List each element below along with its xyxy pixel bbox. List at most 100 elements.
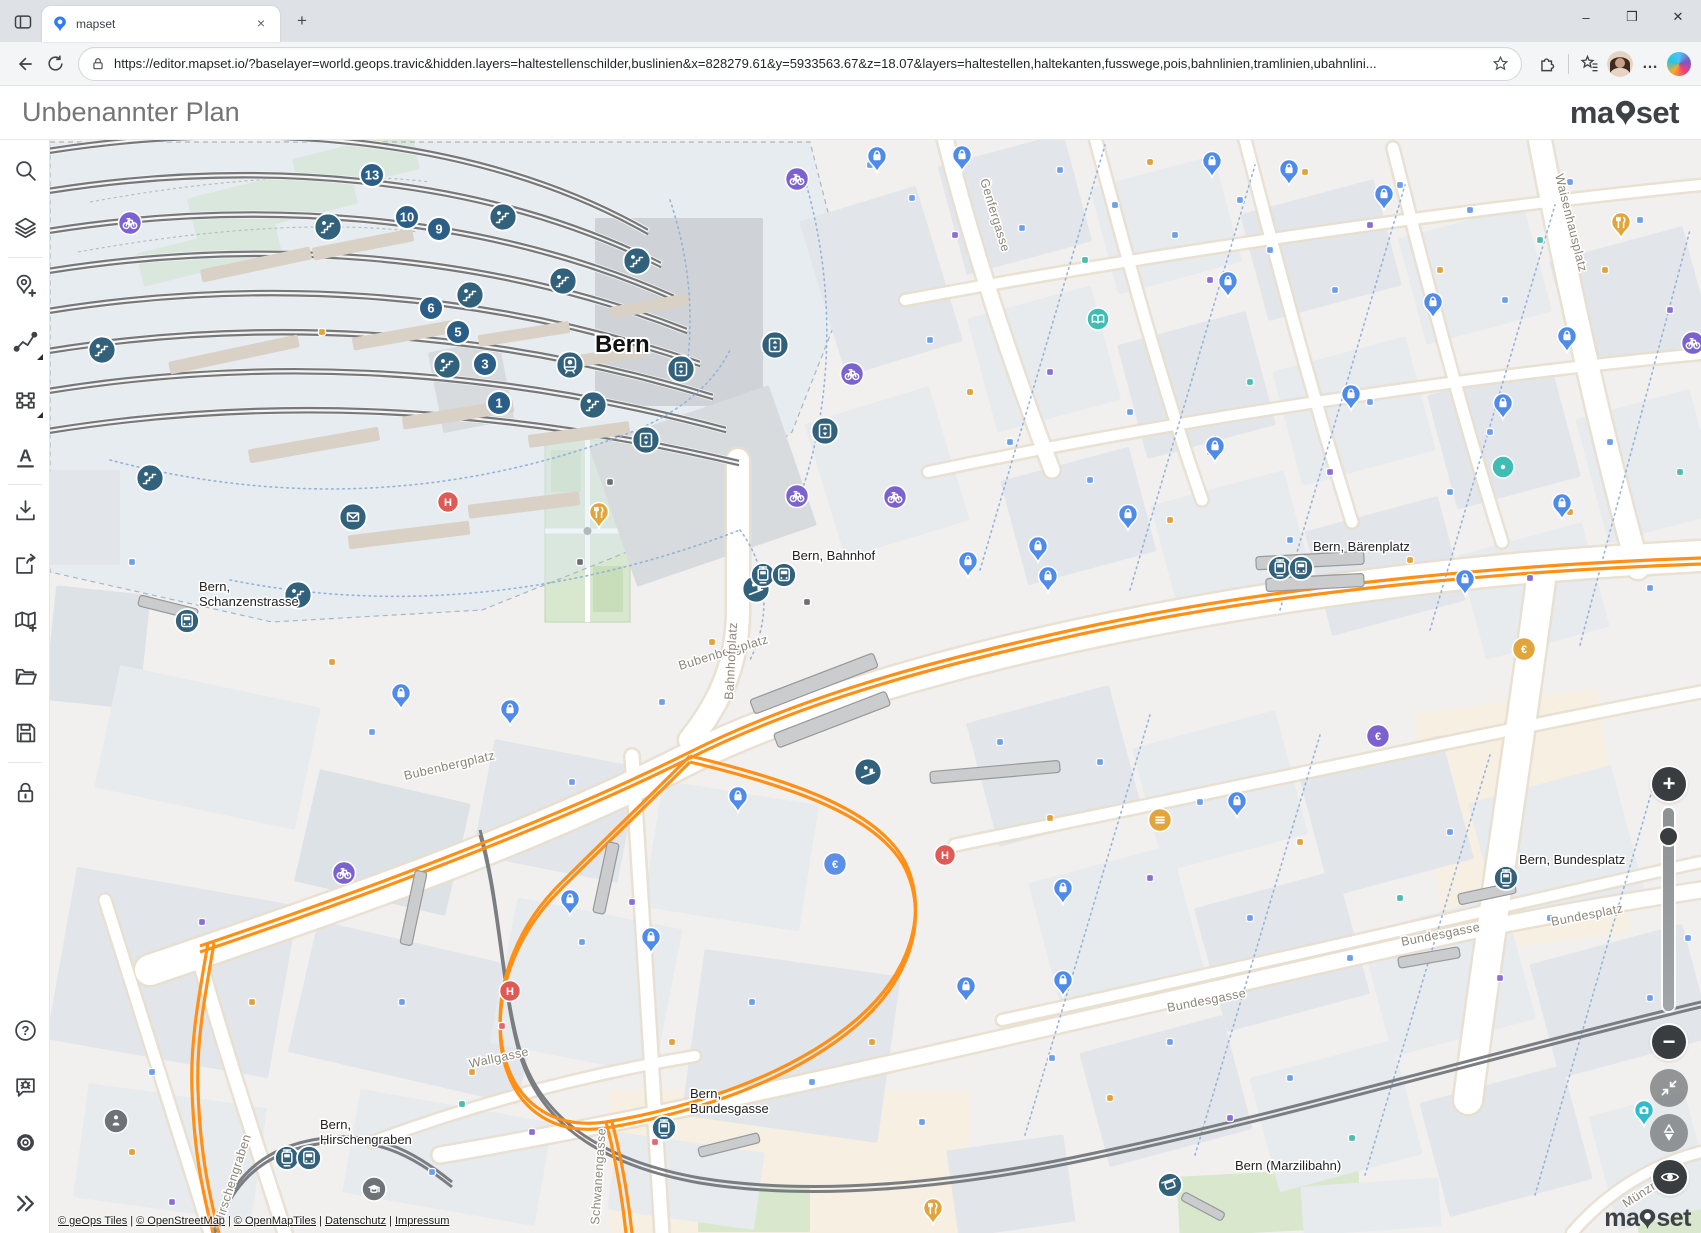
- stop-label[interactable]: Schanzenstrasse: [199, 594, 299, 609]
- poi-dot[interactable]: [709, 639, 716, 646]
- zoom-out-button[interactable]: −: [1652, 1025, 1686, 1059]
- poi-dot[interactable]: [429, 1169, 436, 1176]
- poi-dot[interactable]: [652, 1139, 659, 1146]
- zoom-in-button[interactable]: +: [1652, 767, 1686, 801]
- transit-icon-stairs[interactable]: [550, 268, 577, 295]
- poi-dot[interactable]: [1537, 237, 1544, 244]
- poi-circle-bike[interactable]: [119, 212, 142, 235]
- poi-dot[interactable]: [199, 919, 206, 926]
- poi-dot[interactable]: [1647, 585, 1654, 592]
- fit-extent-button[interactable]: [1650, 1069, 1688, 1107]
- transit-icon-stairs[interactable]: [624, 248, 651, 275]
- poi-dot[interactable]: [1172, 232, 1179, 239]
- transit-icon-stairs[interactable]: [434, 352, 461, 379]
- zoom-slider-knob[interactable]: [1660, 828, 1677, 845]
- transit-icon-mail[interactable]: [340, 504, 367, 531]
- poi-dot[interactable]: [1112, 202, 1119, 209]
- attribution-link[interactable]: Impressum: [395, 1215, 449, 1227]
- transit-icon-lift[interactable]: [633, 427, 660, 454]
- poi-circle-bike[interactable]: [786, 168, 809, 191]
- stop-label[interactable]: Bundesgasse: [690, 1101, 769, 1116]
- map-canvas[interactable]: €€€HHH131096531BubenbergplatzBubenbergpl…: [50, 140, 1701, 1233]
- refresh-icon[interactable]: [40, 49, 70, 79]
- transit-icon-lift[interactable]: [668, 356, 695, 383]
- platform-number[interactable]: 6: [419, 296, 443, 320]
- poi-circle-person[interactable]: [104, 1109, 128, 1133]
- poi-dot[interactable]: [129, 559, 136, 566]
- poi-dot[interactable]: [1667, 307, 1674, 314]
- extensions-icon[interactable]: [1533, 50, 1561, 78]
- poi-dot[interactable]: [669, 1039, 676, 1046]
- transit-icon-ramp[interactable]: [855, 759, 882, 786]
- tab-overview-icon[interactable]: [8, 7, 38, 37]
- sidebar-tool-help[interactable]: ?: [5, 1010, 45, 1050]
- stop-icon-funi[interactable]: [1158, 1173, 1182, 1197]
- poi-circle-burger[interactable]: [1149, 809, 1172, 832]
- poi-circle-bike[interactable]: [884, 486, 907, 509]
- poi-dot[interactable]: [1367, 399, 1374, 406]
- poi-circle-bike[interactable]: [786, 485, 809, 508]
- more-menu-icon[interactable]: …: [1636, 50, 1664, 78]
- poi-dot[interactable]: [1527, 575, 1534, 582]
- poi-dot[interactable]: [1397, 895, 1404, 902]
- poi-dot[interactable]: [1057, 167, 1064, 174]
- poi-circle-bike[interactable]: [841, 363, 864, 386]
- poi-circle-bike[interactable]: [1682, 332, 1701, 355]
- close-tab-icon[interactable]: ×: [252, 15, 270, 33]
- stop-label[interactable]: Bern (Marzilibahn): [1235, 1158, 1341, 1173]
- poi-dot[interactable]: [149, 1069, 156, 1076]
- poi-dot[interactable]: [1287, 1075, 1294, 1082]
- poi-dot[interactable]: [1247, 379, 1254, 386]
- poi-dot[interactable]: [319, 329, 326, 336]
- tilt-compass-button[interactable]: [1650, 1114, 1688, 1152]
- poi-dot[interactable]: [1397, 182, 1404, 189]
- browser-tab[interactable]: mapset ×: [42, 6, 280, 42]
- poi-dot[interactable]: [1602, 267, 1609, 274]
- poi-circle-H[interactable]: H: [500, 981, 521, 1002]
- sidebar-tool-save-plan[interactable]: [5, 712, 45, 752]
- poi-dot[interactable]: [529, 1129, 536, 1136]
- sidebar-tool-feedback[interactable]: [5, 1066, 45, 1106]
- poi-dot[interactable]: [1167, 1039, 1174, 1046]
- poi-dot[interactable]: [659, 699, 666, 706]
- transit-icon-stairs[interactable]: [457, 282, 484, 309]
- poi-dot[interactable]: [1447, 829, 1454, 836]
- poi-dot[interactable]: [499, 1023, 506, 1030]
- stop-icon-bus[interactable]: [1289, 556, 1313, 580]
- stop-icon-bus[interactable]: [772, 563, 796, 587]
- close-button[interactable]: ✕: [1655, 0, 1701, 34]
- sidebar-tool-open-plan[interactable]: [5, 656, 45, 696]
- poi-dot[interactable]: [1107, 1095, 1114, 1102]
- poi-dot[interactable]: [1087, 477, 1094, 484]
- poi-dot[interactable]: [129, 1149, 136, 1156]
- stop-label[interactable]: Bern, Bärenplatz: [1313, 539, 1410, 554]
- poi-dot[interactable]: [1267, 247, 1274, 254]
- poi-dot[interactable]: [1497, 975, 1504, 982]
- sidebar-tool-lock[interactable]: [5, 772, 45, 812]
- attribution-link[interactable]: Datenschutz: [325, 1215, 386, 1227]
- poi-dot[interactable]: [1367, 222, 1374, 229]
- poi-dot[interactable]: [577, 559, 584, 566]
- poi-dot[interactable]: [1019, 225, 1026, 232]
- poi-circle-euro[interactable]: €: [1513, 638, 1536, 661]
- poi-dot[interactable]: [1167, 517, 1174, 524]
- poi-circle-book[interactable]: [1087, 308, 1109, 330]
- poi-dot[interactable]: [927, 337, 934, 344]
- poi-dot[interactable]: [1677, 469, 1684, 476]
- stop-label[interactable]: Bern,: [199, 579, 230, 594]
- poi-dot[interactable]: [1047, 369, 1054, 376]
- sidebar-tool-draw-polygon[interactable]: [5, 380, 45, 420]
- transit-icon-stairs[interactable]: [137, 465, 164, 492]
- poi-dot[interactable]: [169, 1199, 176, 1206]
- minimize-button[interactable]: –: [1563, 0, 1609, 34]
- back-icon[interactable]: [10, 49, 40, 79]
- transit-icon-stairs[interactable]: [580, 392, 607, 419]
- poi-dot[interactable]: [1407, 557, 1414, 564]
- poi-dot[interactable]: [459, 1101, 466, 1108]
- stop-label[interactable]: Hirschengraben: [320, 1132, 412, 1147]
- poi-dot[interactable]: [1327, 469, 1334, 476]
- poi-dot[interactable]: [997, 739, 1004, 746]
- platform-number[interactable]: 3: [473, 352, 497, 376]
- stop-icon-tram[interactable]: [1494, 866, 1518, 890]
- sidebar-tool-download[interactable]: [5, 490, 45, 530]
